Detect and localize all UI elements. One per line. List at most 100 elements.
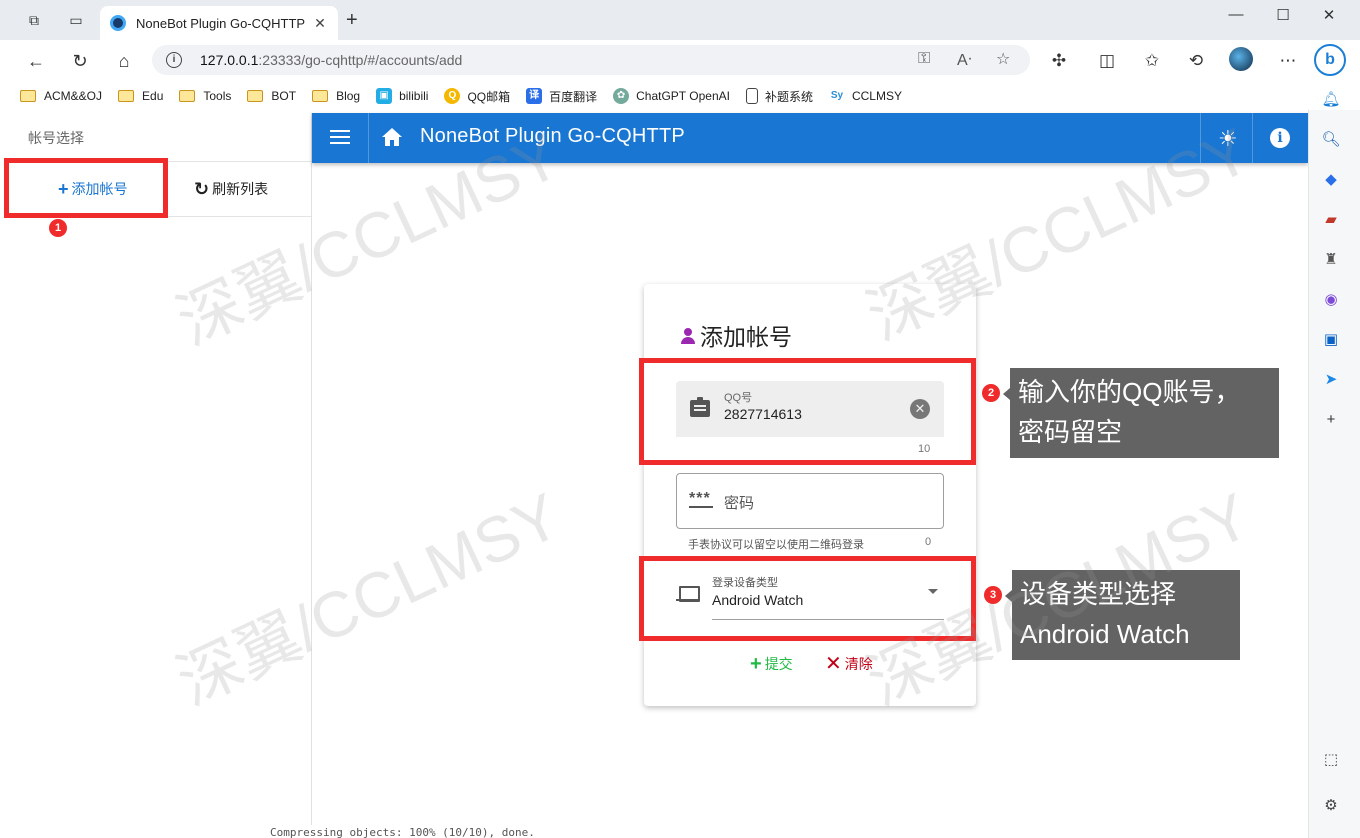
settings-gear-icon[interactable]: ⚙	[1321, 796, 1341, 816]
password-placeholder: 密码	[724, 495, 755, 512]
person-icon	[680, 326, 696, 344]
theme-toggle-icon[interactable]: ☀	[1218, 126, 1238, 152]
reload-icon[interactable]: ↻	[68, 50, 92, 72]
bookmark-label: ChatGPT OpenAI	[636, 89, 730, 103]
copilot-icon[interactable]: b	[1314, 44, 1346, 76]
close-window-icon[interactable]: ✕	[1319, 6, 1339, 24]
close-icon: ✕	[825, 653, 842, 675]
callout-step-2: 输入你的QQ账号， 密码留空	[1003, 368, 1279, 458]
bookmark-label: QQ邮箱	[467, 89, 511, 104]
bookmark-label: Edu	[142, 89, 164, 103]
submit-button[interactable]: + 提交	[750, 654, 793, 674]
password-hint: 手表协议可以留空以使用二维码登录	[688, 539, 864, 551]
header-separator	[1200, 113, 1201, 163]
folder-icon	[20, 90, 36, 102]
document-icon	[745, 88, 758, 104]
bookmark-acm-oj[interactable]: ACM&&OJ	[20, 89, 102, 103]
bookmark-baidu-translate[interactable]: 译百度翻译	[526, 88, 597, 105]
header-separator	[1252, 113, 1253, 163]
card-title: 添加帐号	[680, 318, 792, 352]
split-screen-icon[interactable]: ◫	[1095, 49, 1119, 73]
screenshot-icon[interactable]: ⬚	[1321, 750, 1341, 770]
bookmark-chatgpt[interactable]: ✿ ChatGPT OpenAI	[613, 88, 730, 104]
home-icon[interactable]	[380, 125, 404, 149]
tab-actions-icon[interactable]: ▭	[66, 10, 86, 30]
workspaces-icon[interactable]: ⧉	[24, 10, 44, 30]
bookmark-label: CCLMSY	[851, 89, 902, 103]
app-header: NoneBot Plugin Go-CQHTTP ☀ i	[312, 113, 1308, 163]
about-info-icon[interactable]: i	[1270, 128, 1290, 148]
bilibili-icon: ▣	[376, 88, 393, 104]
qqmail-icon: Q	[444, 88, 461, 104]
app-title: NoneBot Plugin Go-CQHTTP	[420, 125, 685, 147]
outlook-icon[interactable]: ▣	[1321, 330, 1341, 350]
bookmark-tools[interactable]: Tools	[179, 89, 231, 103]
minimize-icon[interactable]: —	[1226, 6, 1246, 23]
bookmark-blog[interactable]: Blog	[312, 89, 360, 103]
header-separator	[368, 113, 369, 163]
clear-button[interactable]: ✕ 清除	[825, 654, 873, 674]
bookmark-label: bilibili	[399, 89, 429, 103]
close-tab-icon[interactable]: ✕	[312, 15, 328, 32]
bookmark-cclmsy[interactable]: Sy CCLMSY	[829, 88, 902, 104]
plus-icon: +	[750, 653, 762, 675]
password-char-counter: 0	[925, 536, 932, 548]
read-aloud-icon[interactable]: Aᐧ	[957, 50, 972, 70]
tab-favicon-icon	[110, 15, 126, 31]
back-icon[interactable]: ←	[24, 50, 48, 72]
bookmark-edu[interactable]: Edu	[118, 89, 163, 103]
shopping-tag-icon[interactable]: ◆	[1321, 170, 1341, 190]
step-badge-1: 1	[49, 219, 67, 237]
maximize-icon[interactable]: ☐	[1273, 6, 1293, 24]
highlight-box-3	[639, 556, 976, 641]
home-icon[interactable]: ⌂	[112, 50, 136, 72]
bookmarks-bar: ACM&&OJ Edu Tools BOT Blog ▣ bilibili Q QQ…	[0, 82, 1360, 110]
background-terminal-text: Compressing objects: 100% (10/10), done.	[270, 826, 535, 838]
callout-2-line-1: 输入你的QQ账号，	[1018, 377, 1241, 407]
more-menu-icon[interactable]: ⋯	[1276, 49, 1300, 73]
highlight-box-2	[639, 358, 976, 465]
add-sidebar-app-icon[interactable]: +	[1321, 410, 1341, 430]
folder-icon	[118, 90, 135, 102]
password-field[interactable]: *** 密码	[676, 473, 944, 529]
cclmsy-icon: Sy	[830, 90, 844, 101]
address-bar[interactable]: i 127.0.0.1:23333/go-cqhttp/#/accounts/a…	[152, 45, 1030, 75]
refresh-list-button[interactable]: ↻ 刷新列表	[194, 177, 268, 201]
bookmark-qqmail[interactable]: Q QQ邮箱	[444, 88, 510, 105]
favorite-star-icon[interactable]: ☆	[996, 49, 1010, 69]
url-host: 127.0.0.1	[200, 52, 259, 68]
favorites-icon[interactable]: ✩	[1140, 49, 1164, 73]
key-icon[interactable]: ⚿	[918, 50, 930, 68]
bell-icon[interactable]: 🔔︎	[1321, 90, 1341, 110]
folder-icon	[179, 90, 196, 102]
clear-label: 清除	[844, 656, 873, 672]
hamburger-menu-icon[interactable]	[328, 126, 352, 150]
callout-3-line-1: 设备类型选择	[1020, 579, 1177, 609]
bookmark-butisys[interactable]: 补题系统	[745, 88, 813, 105]
site-info-icon[interactable]: i	[166, 52, 182, 68]
folder-icon	[247, 90, 264, 102]
profile-avatar[interactable]	[1229, 47, 1253, 71]
new-tab-icon[interactable]: +	[346, 10, 358, 30]
bookmark-label: 百度翻译	[549, 89, 598, 104]
office-icon[interactable]: ◉	[1321, 290, 1341, 310]
folder-icon	[312, 90, 329, 102]
search-icon[interactable]: 🔍︎	[1321, 130, 1341, 150]
extensions-icon[interactable]: ✣	[1047, 49, 1071, 73]
bookmark-label: 补题系统	[764, 89, 813, 104]
bookmark-bot[interactable]: BOT	[247, 89, 296, 103]
callout-3-line-2: Android Watch	[1020, 619, 1190, 649]
openai-icon: ✿	[613, 88, 630, 104]
highlight-box-1	[4, 158, 168, 218]
history-icon[interactable]: ⟲	[1184, 49, 1208, 73]
browser-tab[interactable]: NoneBot Plugin Go-CQHTTP ✕	[100, 6, 338, 40]
send-icon[interactable]: ➤	[1321, 370, 1341, 390]
callout-step-3: 设备类型选择 Android Watch	[1005, 570, 1240, 660]
tools-briefcase-icon[interactable]: ▰	[1321, 210, 1341, 230]
drawer-title: 帐号选择	[28, 130, 84, 146]
refresh-icon: ↻	[194, 178, 210, 199]
callout-2-line-2: 密码留空	[1018, 417, 1123, 447]
bookmark-bilibili[interactable]: ▣ bilibili	[376, 88, 428, 104]
games-icon[interactable]: ♜	[1321, 250, 1341, 270]
edge-sidebar: 🔔︎ 🔍︎ ◆ ▰ ♜ ◉ ▣ ➤ + ⬚ ⚙	[1308, 91, 1360, 838]
